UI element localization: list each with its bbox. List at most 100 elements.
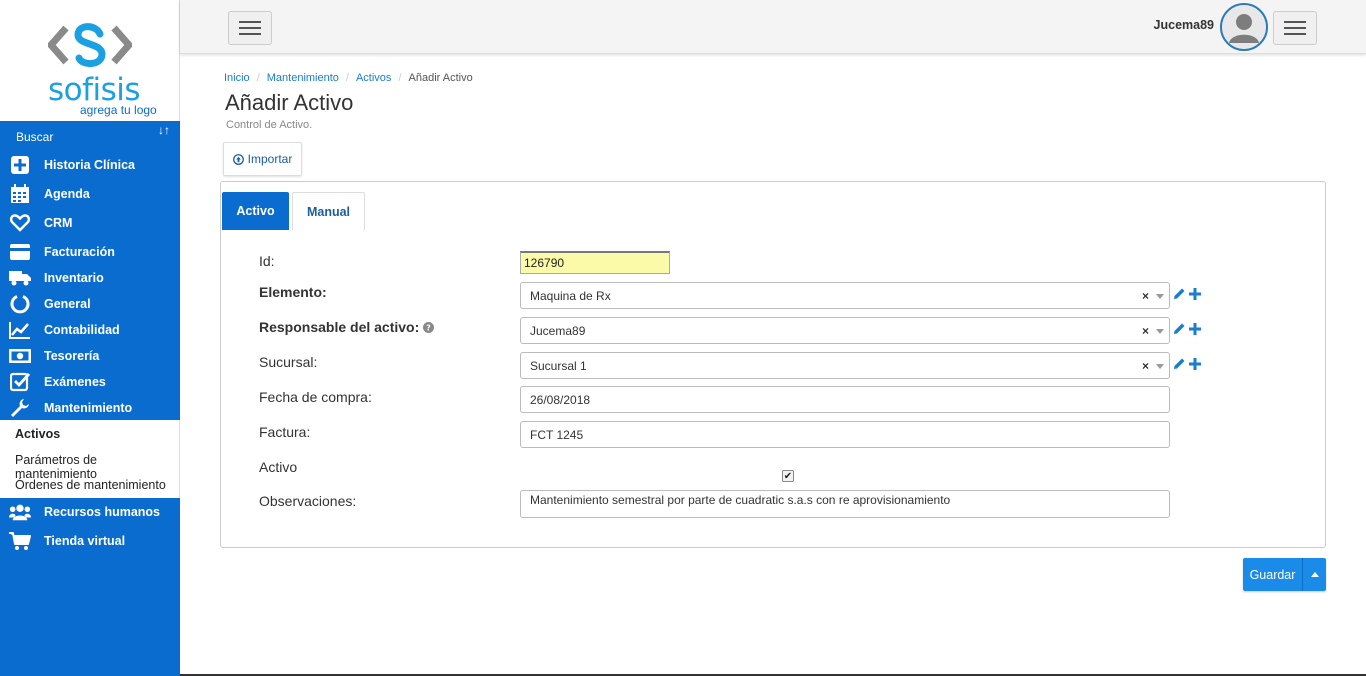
factura-input[interactable]: FCT 1245 (520, 421, 1170, 448)
wrench-icon (9, 397, 31, 419)
chevron-down-icon[interactable] (1156, 329, 1164, 334)
import-button[interactable]: Importar (223, 142, 302, 176)
page-title: Añadir Activo (225, 90, 354, 115)
sort-icon[interactable]: ↓↑ (158, 123, 170, 137)
money-icon (9, 345, 31, 367)
elemento-label: Elemento: (259, 284, 327, 300)
sidebar-item-agenda[interactable]: Agenda (0, 181, 180, 207)
user-menu-button[interactable] (1273, 11, 1317, 45)
sidebar-toggle-button[interactable] (228, 11, 272, 45)
responsable-value: Jucema89 (530, 323, 586, 338)
sidebar-item-tienda-virtual[interactable]: Tienda virtual (0, 528, 180, 554)
breadcrumb-link-activos[interactable]: Activos (356, 72, 391, 84)
credit-card-icon (9, 241, 31, 263)
submenu-item-parametros[interactable]: Parámetros de mantenimiento (15, 453, 179, 481)
factura-label: Factura: (259, 424, 311, 440)
hamburger-icon (1284, 21, 1306, 23)
responsable-actions (1173, 322, 1201, 335)
check-square-icon (9, 371, 31, 393)
activo-label: Activo (259, 459, 298, 475)
sidebar-item-historia-clinica[interactable]: Historia Clínica (0, 152, 180, 178)
sidebar-item-inventario[interactable]: Inventario (0, 265, 180, 291)
sidebar-item-label: Exámenes (44, 375, 106, 389)
sidebar-item-label: Inventario (44, 271, 104, 285)
save-button-group: Guardar (1243, 558, 1326, 591)
observaciones-label: Observaciones: (259, 493, 357, 509)
heart-icon (9, 212, 31, 234)
top-navbar: Jucema89 (180, 0, 1366, 54)
clear-icon[interactable]: × (1142, 324, 1149, 338)
user-name[interactable]: Jucema89 (1154, 18, 1214, 32)
sidebar-item-label: Contabilidad (44, 323, 120, 337)
submenu-item-ordenes[interactable]: Órdenes de mantenimiento (15, 478, 166, 492)
breadcrumb: Inicio / Mantenimiento / Activos / Añadir Acti… (224, 72, 473, 84)
breadcrumb-current: Añadir Activo (408, 72, 473, 84)
edit-pencil-icon[interactable] (1173, 287, 1186, 300)
sidebar-item-label: Agenda (44, 187, 90, 201)
page-subtitle: Control de Activo. (226, 119, 313, 131)
sidebar-item-label: Facturación (44, 245, 115, 259)
sidebar-item-mantenimiento[interactable]: Mantenimiento (0, 395, 180, 421)
sidebar-item-crm[interactable]: CRM (0, 210, 180, 236)
sidebar-item-facturacion[interactable]: Facturación (0, 239, 180, 265)
brand-logo[interactable]: sofisis agrega tu logo (0, 0, 180, 121)
add-plus-icon[interactable] (1189, 357, 1201, 370)
sucursal-value: Sucursal 1 (530, 358, 587, 373)
plus-square-icon (9, 154, 31, 176)
hamburger-icon (239, 21, 261, 23)
caret-up-icon (1310, 572, 1319, 577)
sidebar-item-general[interactable]: General (0, 291, 180, 317)
breadcrumb-link-mantenimiento[interactable]: Mantenimiento (267, 72, 339, 84)
add-plus-icon[interactable] (1189, 322, 1201, 335)
id-label: Id: (259, 253, 275, 269)
submenu-item-activos[interactable]: Activos (15, 427, 60, 441)
calendar-icon (9, 183, 31, 205)
fecha-compra-label: Fecha de compra: (259, 389, 372, 405)
responsable-select[interactable]: Jucema89 × (520, 317, 1170, 344)
tab-activo[interactable]: Activo (222, 192, 289, 230)
id-field[interactable]: 126790 (520, 251, 670, 274)
sucursal-actions (1173, 357, 1201, 370)
sidebar-item-label: Recursos humanos (44, 505, 161, 519)
sidebar-item-recursos-humanos[interactable]: Recursos humanos (0, 499, 180, 525)
import-button-label: Importar (247, 152, 293, 166)
chevron-down-icon[interactable] (1156, 294, 1164, 299)
avatar[interactable] (1220, 3, 1268, 51)
observaciones-textarea[interactable]: Mantenimiento semestral por parte de cua… (520, 490, 1170, 518)
elemento-select[interactable]: Maquina de Rx × (520, 282, 1170, 309)
cart-icon (9, 530, 31, 552)
mantenimiento-submenu: Activos Parámetros de mantenimiento Órde… (0, 420, 180, 498)
sucursal-select[interactable]: Sucursal 1 × (520, 352, 1170, 379)
add-plus-icon[interactable] (1189, 287, 1201, 300)
edit-pencil-icon[interactable] (1173, 322, 1186, 335)
sidebar-item-label: Mantenimiento (44, 401, 133, 415)
sidebar-item-examenes[interactable]: Exámenes (0, 369, 180, 395)
upload-circle-icon (232, 153, 244, 165)
logo-mark-icon (48, 23, 132, 67)
chevron-down-icon[interactable] (1156, 364, 1164, 369)
sidebar-item-label: General (44, 297, 91, 311)
sidebar-item-tesoreria[interactable]: Tesorería (0, 343, 180, 369)
tab-manual[interactable]: Manual (292, 192, 365, 230)
users-icon (9, 501, 31, 523)
sidebar-item-contabilidad[interactable]: Contabilidad (0, 317, 180, 343)
fecha-compra-input[interactable]: 26/08/2018 (520, 386, 1170, 413)
activo-checkbox[interactable]: ✔ (782, 470, 794, 482)
sidebar-search[interactable]: Buscar ↓↑ (0, 121, 180, 151)
sucursal-label: Sucursal: (259, 354, 318, 370)
logo-tagline: agrega tu logo (80, 103, 157, 117)
edit-pencil-icon[interactable] (1173, 357, 1186, 370)
breadcrumb-link-inicio[interactable]: Inicio (224, 72, 250, 84)
elemento-value: Maquina de Rx (530, 288, 611, 303)
svg-text:?: ? (426, 324, 431, 333)
clear-icon[interactable]: × (1142, 289, 1149, 303)
elemento-actions (1173, 287, 1201, 300)
save-button[interactable]: Guardar (1243, 558, 1302, 591)
circle-notch-icon (9, 293, 31, 315)
help-icon[interactable]: ? (423, 322, 435, 333)
sidebar-item-label: Tesorería (44, 349, 100, 363)
save-options-toggle[interactable] (1302, 558, 1326, 591)
line-chart-icon (9, 319, 31, 341)
clear-icon[interactable]: × (1142, 359, 1149, 373)
user-icon (1222, 5, 1266, 49)
